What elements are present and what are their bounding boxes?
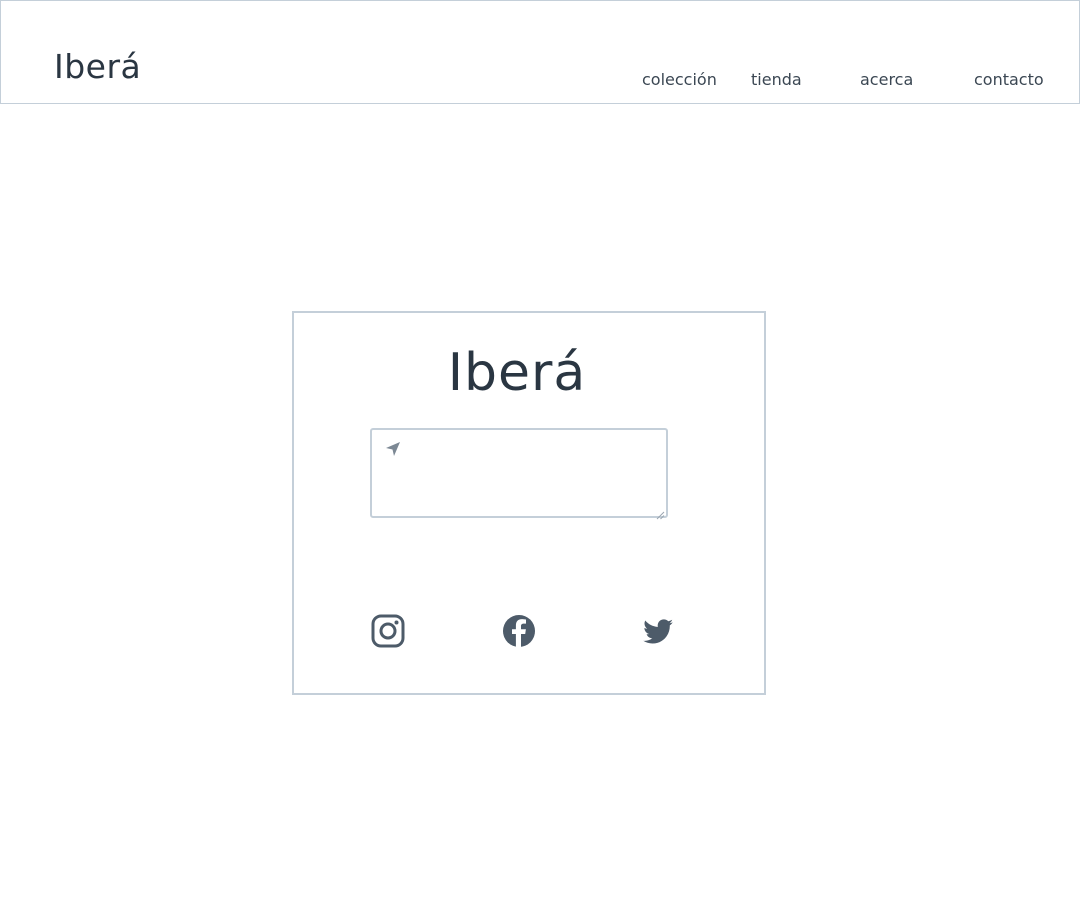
nav-link-tienda[interactable]: tienda bbox=[751, 69, 802, 91]
nav-link-contacto[interactable]: contacto bbox=[974, 69, 1044, 91]
nav-link-acerca[interactable]: acerca bbox=[860, 69, 913, 91]
card-title: Iberá bbox=[447, 343, 587, 403]
resize-handle-icon[interactable] bbox=[655, 505, 665, 520]
nav-link-coleccion[interactable]: colección bbox=[642, 69, 717, 91]
message-input[interactable] bbox=[370, 428, 668, 520]
facebook-icon[interactable] bbox=[501, 613, 537, 649]
send-icon bbox=[384, 440, 402, 458]
site-header: Iberá colección tienda acerca contacto bbox=[0, 0, 1080, 104]
instagram-icon[interactable] bbox=[370, 613, 406, 649]
brand-logo[interactable]: Iberá bbox=[54, 45, 141, 89]
contact-card: Iberá bbox=[292, 311, 766, 695]
twitter-icon[interactable] bbox=[640, 613, 676, 649]
